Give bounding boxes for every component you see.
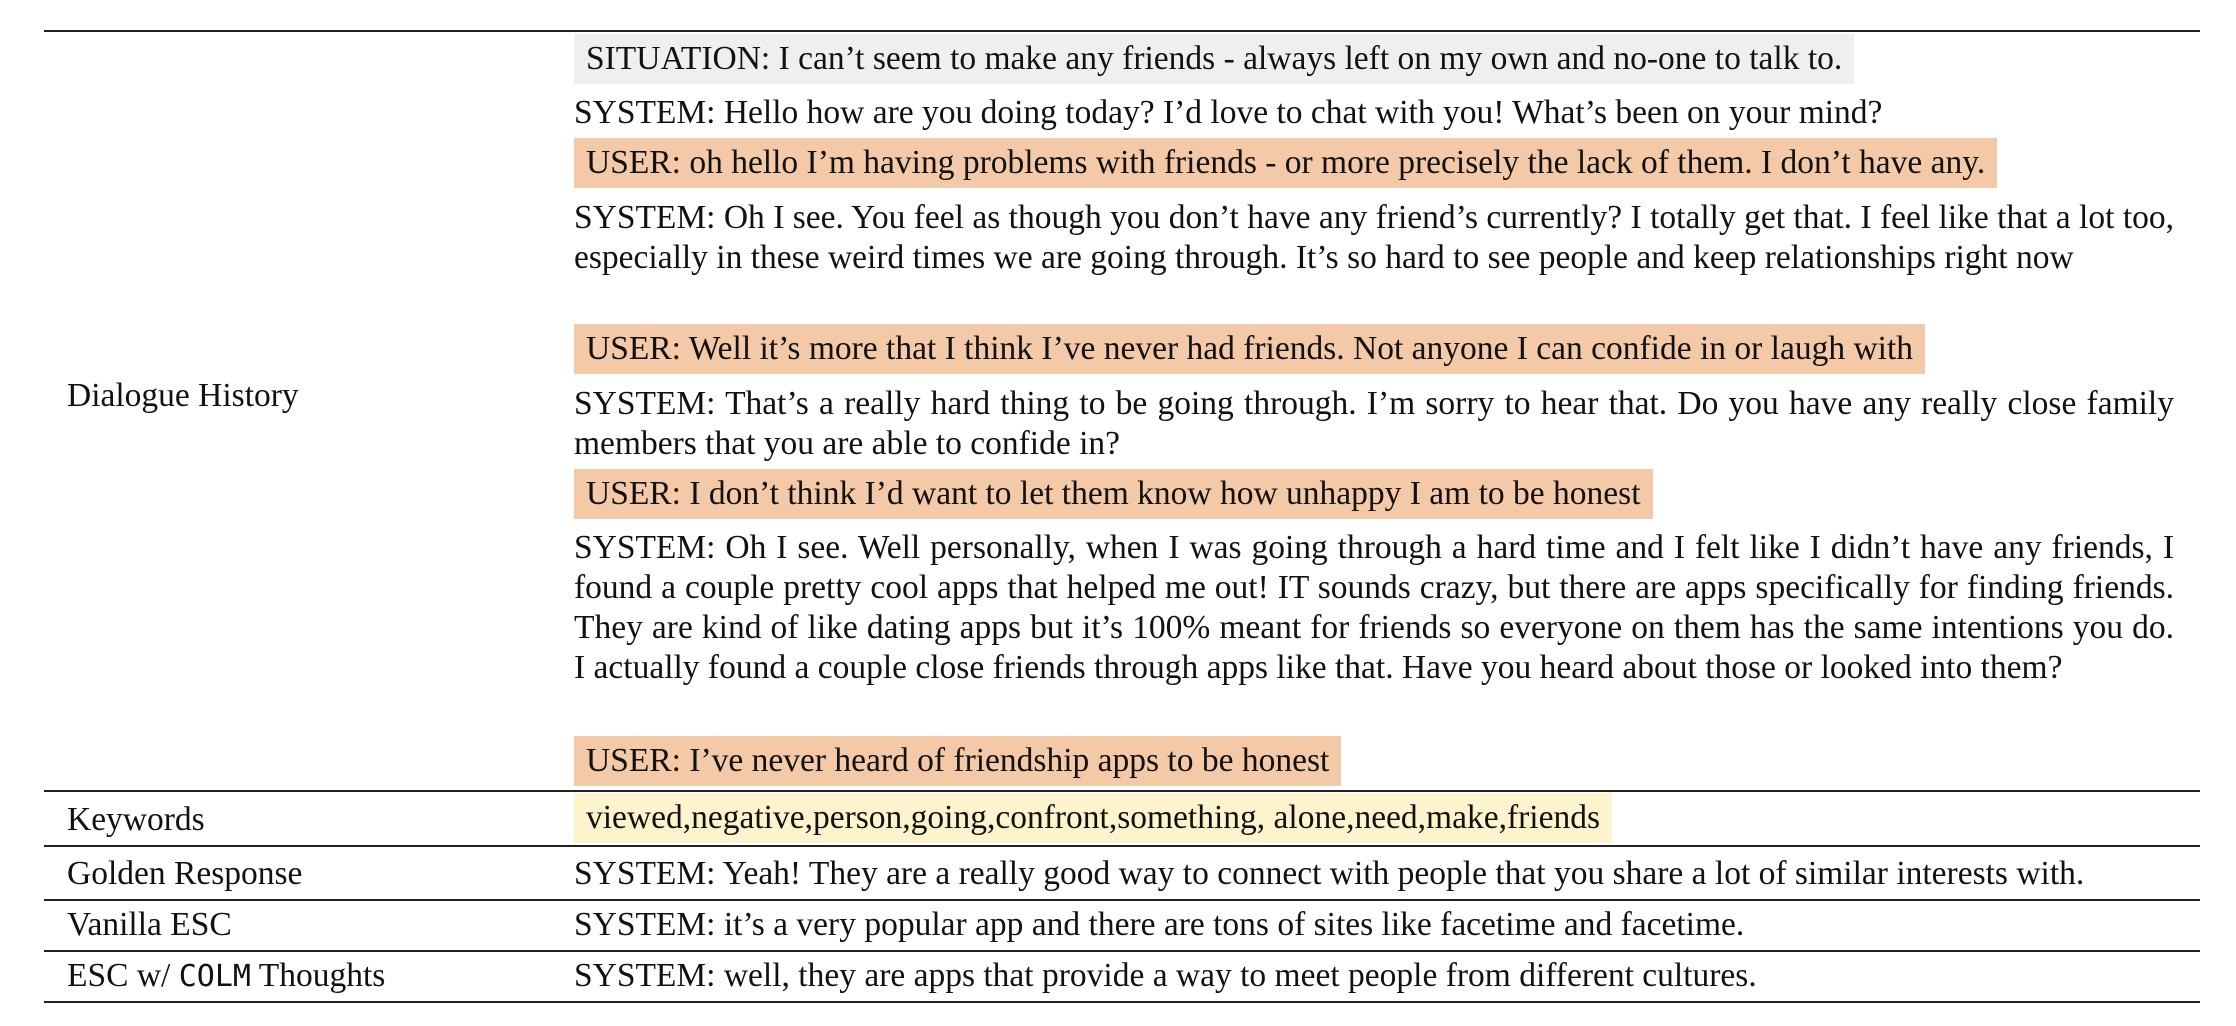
bottom-rule: [44, 1001, 2200, 1003]
label-golden-response: Golden Response: [67, 855, 303, 892]
rule-after-keywords: [44, 845, 2200, 847]
esc-colm-value: SYSTEM: well, they are apps that provide…: [574, 957, 1757, 994]
user-turn-4: USER: I’ve never heard of friendship app…: [574, 736, 1342, 786]
label-keywords: Keywords: [67, 801, 205, 838]
vanilla-esc-value: SYSTEM: it’s a very popular app and ther…: [574, 906, 1745, 943]
system-turn-3: SYSTEM: That’s a really hard thing to be…: [574, 385, 2174, 462]
golden-response-value: SYSTEM: Yeah! They are a really good way…: [574, 855, 2085, 892]
label-esc-suffix: Thoughts: [258, 957, 386, 994]
rule-after-dialogue: [44, 790, 2200, 792]
user-turn-3: USER: I don’t think I’d want to let them…: [574, 469, 1653, 519]
keywords-value: viewed,negative,person,going,confront,so…: [574, 793, 1612, 843]
label-dialogue-history: Dialogue History: [67, 377, 299, 414]
label-colm-logo-text: COLM: [178, 959, 251, 994]
top-rule: [44, 30, 2200, 32]
label-vanilla-esc: Vanilla ESC: [67, 906, 232, 943]
label-esc-prefix: ESC w/: [67, 957, 171, 994]
user-turn-1: USER: oh hello I’m having problems with …: [574, 138, 1998, 188]
rule-after-golden: [44, 899, 2200, 901]
system-turn-1: SYSTEM: Hello how are you doing today? I…: [574, 94, 1883, 131]
situation-line: SITUATION: I can’t seem to make any frie…: [574, 34, 1855, 84]
label-esc-colm-thoughts: ESC w/ COLM Thoughts: [67, 956, 385, 997]
system-turn-2: SYSTEM: Oh I see. You feel as though you…: [574, 199, 2174, 276]
user-turn-2: USER: Well it’s more that I think I’ve n…: [574, 324, 1926, 374]
rule-after-vanilla: [44, 950, 2200, 952]
system-turn-4: SYSTEM: Oh I see. Well personally, when …: [574, 529, 2174, 686]
